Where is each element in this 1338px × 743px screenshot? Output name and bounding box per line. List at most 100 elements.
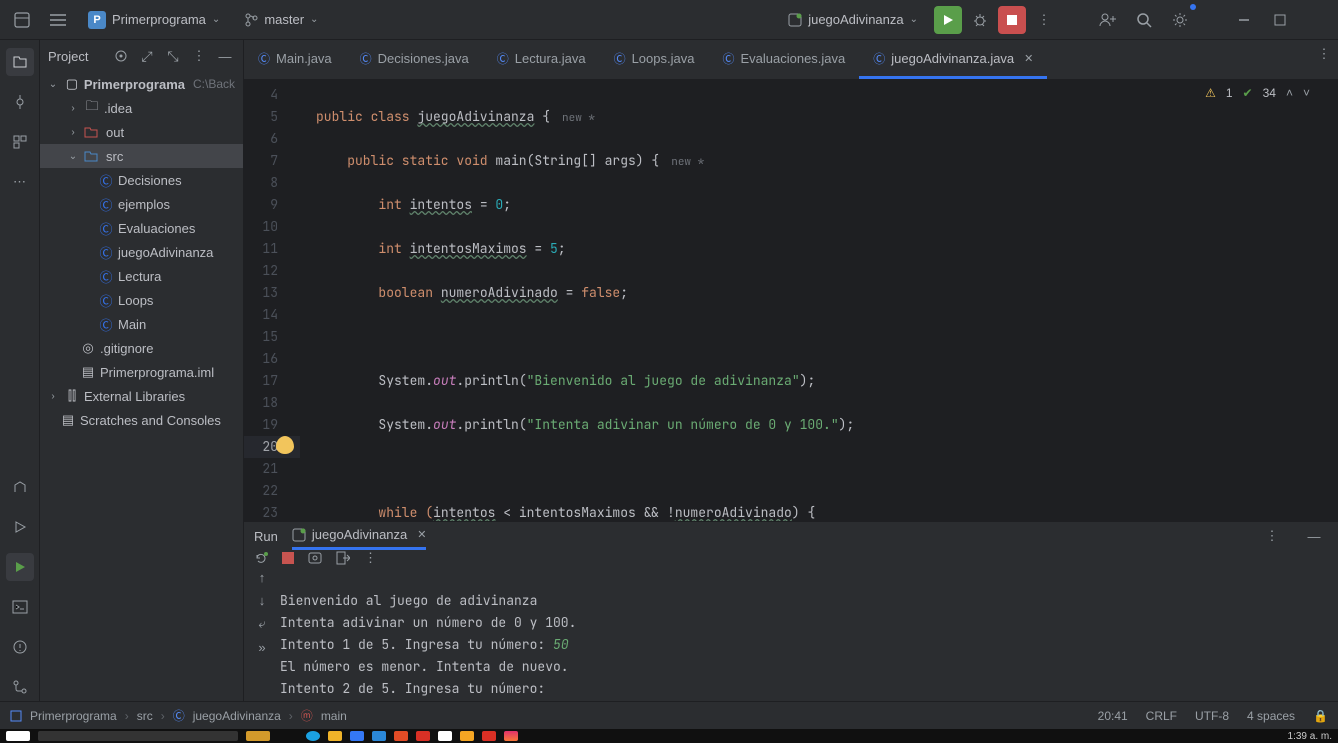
expand-all-icon[interactable]: ⤢ — [137, 46, 157, 66]
tree-scratches[interactable]: ▤Scratches and Consoles — [40, 408, 243, 432]
build-tool-icon[interactable] — [6, 473, 34, 501]
caret-position[interactable]: 20:41 — [1098, 709, 1128, 723]
bc-src[interactable]: src — [137, 709, 153, 723]
tab-main[interactable]: ⒸMain.java — [244, 40, 346, 79]
tree-file[interactable]: ⒸDecisiones — [40, 168, 243, 192]
scroll-to-end-icon[interactable]: » — [258, 640, 265, 655]
run-tool-icon[interactable] — [6, 553, 34, 581]
search-icon[interactable] — [1130, 6, 1158, 34]
run-button[interactable] — [934, 6, 962, 34]
tree-iml[interactable]: ▤Primerprograma.iml — [40, 360, 243, 384]
tab-juegoadivinanza[interactable]: ⒸjuegoAdivinanza.java✕ — [859, 40, 1047, 79]
readonly-icon[interactable]: 🔒 — [1313, 709, 1328, 723]
sidebar-header: Project ⤢ ⤡ ⋮ — — [40, 40, 243, 72]
commit-tool-icon[interactable] — [6, 88, 34, 116]
tree-root[interactable]: ⌄ ▢ Primerprograma C:\Back — [40, 72, 243, 96]
vcs-tool-icon[interactable] — [6, 673, 34, 701]
line-sep[interactable]: CRLF — [1146, 709, 1177, 723]
tree-file[interactable]: ⒸjuegoAdivinanza — [40, 240, 243, 264]
terminal-tool-icon[interactable] — [6, 593, 34, 621]
structure-tool-icon[interactable] — [6, 128, 34, 156]
tree-file[interactable]: ⒸEvaluaciones — [40, 216, 243, 240]
run-config-selector[interactable]: juegoAdivinanza ⌄ — [780, 8, 926, 31]
tree-label: Scratches and Consoles — [80, 413, 221, 428]
tree-gitignore[interactable]: ◎ .gitignore — [40, 336, 243, 360]
run-more-icon[interactable]: ⋮ — [1258, 522, 1286, 550]
collapse-all-icon[interactable]: ⤡ — [163, 46, 183, 66]
tree-folder-src[interactable]: ⌄ src — [40, 144, 243, 168]
sidebar-more-icon[interactable]: ⋮ — [189, 46, 209, 66]
tree-folder-idea[interactable]: ›🗀 .idea — [40, 96, 243, 120]
code-area[interactable]: public class juegoAdivinanza {new * publ… — [300, 80, 1338, 521]
dump-threads-icon[interactable] — [308, 552, 322, 564]
debug-button[interactable] — [966, 6, 994, 34]
tree-folder-out[interactable]: › out — [40, 120, 243, 144]
tree-label: Main — [118, 317, 146, 332]
scroll-down-icon[interactable]: ↓ — [259, 593, 266, 608]
folder-icon: 🗀 — [84, 97, 100, 119]
method-icon: ⓜ — [301, 707, 313, 724]
os-taskbar[interactable]: 1:39 a. m. — [0, 729, 1338, 743]
tab-decisiones[interactable]: ⒸDecisiones.java — [346, 40, 483, 79]
tab-label: Lectura.java — [515, 51, 586, 66]
branch-selector[interactable]: master ⌄ — [236, 8, 326, 31]
close-run-tab-icon[interactable]: ✕ — [417, 528, 426, 541]
minimize-icon[interactable] — [1230, 6, 1258, 34]
settings-icon[interactable] — [1166, 6, 1194, 34]
exit-icon[interactable] — [336, 551, 350, 565]
stop-run-icon[interactable] — [282, 552, 294, 564]
app-menu-icon[interactable] — [8, 6, 36, 34]
bc-class[interactable]: juegoAdivinanza — [193, 709, 281, 723]
tab-loops[interactable]: ⒸLoops.java — [600, 40, 709, 79]
rerun-icon[interactable] — [254, 551, 268, 565]
tree-external[interactable]: ›⫿⫿External Libraries — [40, 384, 243, 408]
editor[interactable]: 4567891011121314151617181920212223242526… — [244, 80, 1338, 521]
class-icon: Ⓒ — [173, 707, 185, 724]
file-icon: ◎ — [80, 340, 96, 356]
indent[interactable]: 4 spaces — [1247, 709, 1295, 723]
bc-method[interactable]: main — [321, 709, 347, 723]
tabs-more-icon[interactable]: ⋮ — [1310, 40, 1338, 68]
encoding[interactable]: UTF-8 — [1195, 709, 1229, 723]
next-highlight-icon[interactable]: ˅ — [1303, 86, 1310, 100]
console-rail: ↑ ↓ ⤶ » — [244, 566, 280, 722]
branch-name: master — [264, 12, 304, 27]
more-actions-icon[interactable]: ⋮ — [1030, 6, 1058, 34]
ok-count: 34 — [1263, 86, 1276, 100]
tree-label: .gitignore — [100, 341, 153, 356]
project-selector[interactable]: P Primerprograma ⌄ — [80, 7, 228, 33]
tree-file[interactable]: ⒸLoops — [40, 288, 243, 312]
tree-file[interactable]: Ⓒejemplos — [40, 192, 243, 216]
code-with-me-icon[interactable] — [1094, 6, 1122, 34]
scroll-up-icon[interactable]: ↑ — [259, 570, 266, 585]
more-tool-icon[interactable]: ⋯ — [6, 168, 34, 196]
run-config-name: juegoAdivinanza — [808, 12, 903, 27]
problems-tool-icon[interactable] — [6, 633, 34, 661]
bc-project[interactable]: Primerprograma — [30, 709, 117, 723]
lightbulb-icon[interactable] — [276, 436, 294, 454]
maximize-icon[interactable] — [1266, 6, 1294, 34]
hide-run-icon[interactable]: — — [1300, 522, 1328, 550]
hide-sidebar-icon[interactable]: — — [215, 46, 235, 66]
project-tool-icon[interactable] — [6, 48, 34, 76]
tree-label: Decisiones — [118, 173, 182, 188]
tab-evaluaciones[interactable]: ⒸEvaluaciones.java — [708, 40, 859, 79]
project-tree[interactable]: ⌄ ▢ Primerprograma C:\Back ›🗀 .idea › ou… — [40, 72, 243, 701]
tree-file[interactable]: ⒸLectura — [40, 264, 243, 288]
class-icon: Ⓒ — [722, 50, 734, 67]
run-config-icon — [788, 13, 802, 27]
console-output[interactable]: Bienvenido al juego de adivinanza Intent… — [280, 566, 1338, 722]
soft-wrap-icon[interactable]: ⤶ — [258, 616, 265, 632]
tree-file[interactable]: ⒸMain — [40, 312, 243, 336]
inspection-widget[interactable]: ⚠1 ✔34 ˄ ˅ — [1205, 86, 1310, 100]
hamburger-icon[interactable] — [44, 6, 72, 34]
run-tab-config[interactable]: juegoAdivinanza ✕ — [292, 522, 427, 550]
prev-highlight-icon[interactable]: ˄ — [1286, 86, 1293, 100]
services-tool-icon[interactable] — [6, 513, 34, 541]
run-toolbar-more-icon[interactable]: ⋮ — [364, 550, 377, 566]
stop-button[interactable] — [998, 6, 1026, 34]
close-tab-icon[interactable]: ✕ — [1024, 52, 1033, 65]
select-opened-file-icon[interactable] — [111, 46, 131, 66]
tab-lectura[interactable]: ⒸLectura.java — [483, 40, 600, 79]
run-tabs: Run juegoAdivinanza ✕ ⋮ — — [244, 522, 1338, 550]
